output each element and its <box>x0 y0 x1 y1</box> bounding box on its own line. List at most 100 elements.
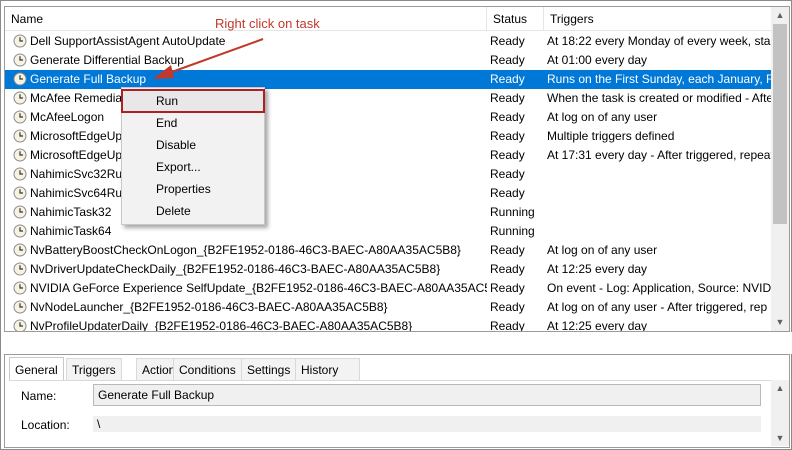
task-triggers <box>547 165 771 184</box>
task-triggers: At log on of any user <box>547 110 658 124</box>
tab-settings[interactable]: Settings <box>241 358 297 380</box>
details-scroll-up-icon[interactable]: ▲ <box>771 380 789 396</box>
task-triggers: Multiple triggers defined <box>547 129 675 143</box>
task-name: NahimicTask32 <box>30 205 112 219</box>
task-name-cell: NvNodeLauncher_{B2FE1952-0186-46C3-BAEC-… <box>13 298 487 317</box>
clock-icon <box>13 262 27 276</box>
clock-icon <box>13 186 27 200</box>
task-name: NvDriverUpdateCheckDaily_{B2FE1952-0186-… <box>30 262 441 276</box>
task-status: Running <box>490 205 535 219</box>
task-scheduler-window: Name Status Triggers Dell SupportAssistA… <box>0 0 792 450</box>
task-status: Ready <box>490 319 525 332</box>
context-menu-item-properties[interactable]: Properties <box>122 178 264 200</box>
task-triggers <box>547 222 771 241</box>
task-row[interactable]: MicrosoftEdgeUp Ready At 17:31 every day -… <box>5 146 771 165</box>
clock-icon <box>13 281 27 295</box>
task-status: Ready <box>490 262 525 276</box>
clock-icon <box>13 300 27 314</box>
column-header-triggers[interactable]: Triggers <box>544 7 771 31</box>
name-field[interactable]: Generate Full Backup <box>93 384 761 406</box>
context-menu-item-export[interactable]: Export... <box>122 156 264 178</box>
task-name-cell: Dell SupportAssistAgent AutoUpdate <box>13 32 487 51</box>
clock-icon <box>13 34 27 48</box>
task-row[interactable]: NahimicTask32 Running <box>5 203 771 222</box>
details-scroll-down-icon[interactable]: ▼ <box>771 430 789 446</box>
context-menu-item-end[interactable]: End <box>122 112 264 134</box>
task-name: Dell SupportAssistAgent AutoUpdate <box>30 34 226 48</box>
task-row[interactable]: NvNodeLauncher_{B2FE1952-0186-46C3-BAEC-… <box>5 298 771 317</box>
task-status: Ready <box>490 167 525 181</box>
tab-history[interactable]: History (disabled) <box>295 358 360 399</box>
task-name-cell: NvDriverUpdateCheckDaily_{B2FE1952-0186-… <box>13 260 487 279</box>
clock-icon <box>13 319 27 331</box>
pane-splitter[interactable] <box>1 332 792 354</box>
context-menu-item-disable[interactable]: Disable <box>122 134 264 156</box>
clock-icon <box>13 129 27 143</box>
task-details-pane: General Triggers Actions Conditions Settings… <box>4 354 790 448</box>
task-row[interactable]: NvProfileUpdaterDaily_{B2FE1952-0186-46C… <box>5 317 771 332</box>
task-status: Ready <box>490 53 525 67</box>
task-status: Ready <box>490 148 525 162</box>
clock-icon <box>13 72 27 86</box>
task-row[interactable]: NVIDIA GeForce Experience SelfUpdate_{B2… <box>5 279 771 298</box>
scroll-up-icon[interactable]: ▲ <box>771 7 789 24</box>
clock-icon <box>13 148 27 162</box>
task-status: Ready <box>490 91 525 105</box>
task-name: McAfee Remediat <box>30 91 126 105</box>
task-row[interactable]: MicrosoftEdgeUp Ready Multiple triggers de… <box>5 127 771 146</box>
task-status: Ready <box>490 243 525 257</box>
clock-icon <box>13 243 27 257</box>
tab-divider <box>9 380 773 381</box>
task-row[interactable]: Generate Differential Backup Ready At 01:0… <box>5 51 771 70</box>
task-triggers: At 12:25 every day <box>547 262 648 276</box>
task-row[interactable]: NahimicSvc32Run Ready <box>5 165 771 184</box>
task-name: NvNodeLauncher_{B2FE1952-0186-46C3-BAEC-… <box>30 300 388 314</box>
task-name-cell: NvProfileUpdaterDaily_{B2FE1952-0186-46C… <box>13 317 487 332</box>
task-name: MicrosoftEdgeUp <box>30 148 123 162</box>
task-triggers: At 18:22 every Monday of every week, sta… <box>547 34 771 48</box>
tab-triggers[interactable]: Triggers <box>66 358 122 380</box>
task-status: Ready <box>490 186 525 200</box>
context-menu-item-run[interactable]: Run <box>121 89 265 113</box>
task-name-cell: NvBatteryBoostCheckOnLogon_{B2FE1952-018… <box>13 241 487 260</box>
name-label: Name: <box>21 389 57 403</box>
task-triggers: At log on of any user - After triggered,… <box>547 300 768 314</box>
task-status: Running <box>490 224 535 238</box>
task-name: NvProfileUpdaterDaily_{B2FE1952-0186-46C… <box>30 319 413 332</box>
task-status: Ready <box>490 110 525 124</box>
task-row[interactable]: NvDriverUpdateCheckDaily_{B2FE1952-0186-… <box>5 260 771 279</box>
context-menu-item-delete[interactable]: Delete <box>122 200 264 222</box>
location-label: Location: <box>21 418 70 432</box>
task-row[interactable]: NvBatteryBoostCheckOnLogon_{B2FE1952-018… <box>5 241 771 260</box>
task-row[interactable]: McAfeeLogon Ready At log on of any user <box>5 108 771 127</box>
task-row[interactable]: McAfee Remediat Ready When the task is cre… <box>5 89 771 108</box>
clock-icon <box>13 167 27 181</box>
scroll-down-icon[interactable]: ▼ <box>771 314 789 331</box>
task-name-cell: NVIDIA GeForce Experience SelfUpdate_{B2… <box>13 279 487 298</box>
task-row[interactable]: Generate Full Backup Ready Runs on the Fir… <box>5 70 771 89</box>
task-status: Ready <box>490 72 525 86</box>
task-triggers <box>547 203 771 222</box>
clock-icon <box>13 205 27 219</box>
tab-general[interactable]: General <box>9 357 64 381</box>
task-row[interactable]: NahimicTask64 Running <box>5 222 771 241</box>
task-status: Ready <box>490 129 525 143</box>
task-triggers: At 01:00 every day <box>547 53 648 67</box>
details-scrollbar[interactable]: ▲ ▼ <box>771 380 789 446</box>
task-row[interactable]: Dell SupportAssistAgent AutoUpdate Ready A… <box>5 32 771 51</box>
task-row[interactable]: NahimicSvc64Run Ready <box>5 184 771 203</box>
task-status: Ready <box>490 281 525 295</box>
task-triggers: At 12:25 every day <box>547 319 648 332</box>
scroll-thumb[interactable] <box>773 24 787 224</box>
tab-conditions[interactable]: Conditions <box>173 358 242 380</box>
vertical-scrollbar[interactable]: ▲ ▼ <box>771 7 789 331</box>
task-name: Generate Differential Backup <box>30 53 184 67</box>
task-list-header: Name Status Triggers <box>5 7 771 31</box>
location-field[interactable]: \ <box>93 416 761 432</box>
task-status: Ready <box>490 34 525 48</box>
task-triggers: When the task is created or modified - A… <box>547 91 771 105</box>
column-header-status[interactable]: Status <box>487 7 544 31</box>
clock-icon <box>13 110 27 124</box>
annotation-label: Right click on task <box>215 16 320 31</box>
task-name: Generate Full Backup <box>30 72 147 86</box>
